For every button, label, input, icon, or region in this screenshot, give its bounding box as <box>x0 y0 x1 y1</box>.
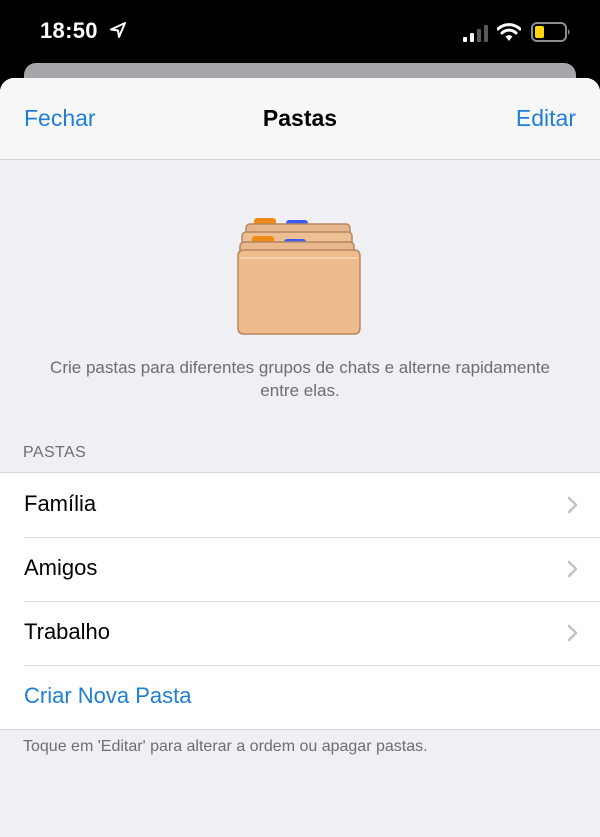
folder-label: Trabalho <box>24 619 111 644</box>
folder-label: Amigos <box>24 555 98 580</box>
folders-sheet: Fechar Pastas Editar Crie pastas para di… <box>0 78 600 837</box>
footer-hint: Toque em 'Editar' para alterar a ordem o… <box>23 738 428 755</box>
chevron-right-icon <box>567 560 578 578</box>
edit-button[interactable]: Editar <box>516 105 576 132</box>
folder-item-trabalho[interactable]: Trabalho <box>0 601 600 665</box>
navigation-bar: Fechar Pastas Editar <box>0 78 600 160</box>
chevron-right-icon <box>567 496 578 514</box>
folders-list: Família Amigos Trabalho Criar Nova Pasta <box>0 472 600 730</box>
create-folder-button[interactable]: Criar Nova Pasta <box>0 665 600 729</box>
battery-low-icon <box>531 22 570 42</box>
status-bar: 18:50 <box>0 0 600 64</box>
section-header: PASTAS <box>23 444 87 461</box>
chevron-right-icon <box>567 624 578 642</box>
folder-item-familia[interactable]: Família <box>0 473 600 537</box>
folders-illustration <box>237 218 361 335</box>
location-arrow-icon <box>110 22 126 38</box>
intro-description: Crie pastas para diferentes grupos de ch… <box>50 358 550 400</box>
page-title: Pastas <box>262 105 338 131</box>
folder-label: Família <box>24 491 97 516</box>
cellular-signal-icon <box>463 25 488 42</box>
wifi-icon <box>497 23 521 41</box>
create-folder-label: Criar Nova Pasta <box>24 683 192 708</box>
folder-item-amigos[interactable]: Amigos <box>0 537 600 601</box>
status-time: 18:50 <box>40 18 98 43</box>
